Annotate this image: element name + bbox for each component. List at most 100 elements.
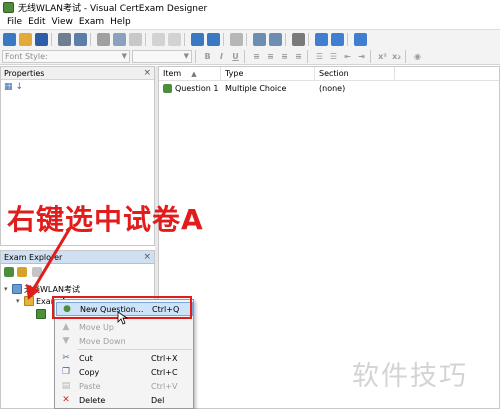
list-header: Item ▲ Type Section — [159, 66, 499, 81]
categorized-icon[interactable]: ▦ — [4, 82, 13, 92]
font-size-combo[interactable]: ▼ — [132, 49, 192, 63]
menu-item-label: Copy — [79, 367, 100, 377]
menu-view[interactable]: View — [49, 17, 76, 27]
exam-file-icon — [12, 284, 22, 294]
tree-icon[interactable] — [253, 32, 266, 46]
arrow-down-icon: ▼ — [62, 336, 70, 346]
cut-icon[interactable] — [97, 32, 110, 46]
column-type[interactable]: Type — [221, 66, 315, 81]
align-right-icon[interactable]: ≡ — [279, 51, 290, 62]
toolbar-divider — [307, 49, 308, 63]
toolbar-divider — [184, 32, 185, 46]
sort-asc-icon: ▲ — [191, 69, 197, 78]
main-toolbar — [0, 29, 500, 48]
paste-icon[interactable] — [129, 32, 142, 46]
save-icon[interactable] — [35, 32, 48, 46]
menu-item-shortcut: Del — [151, 395, 165, 405]
toolbar-divider — [51, 32, 52, 46]
align-center-icon[interactable]: ≡ — [265, 51, 276, 62]
cell-type: Multiple Choice — [225, 83, 287, 93]
close-icon[interactable]: × — [143, 68, 151, 78]
menu-item-label: Paste — [79, 381, 101, 391]
annotation-text: 右键选中试卷A — [7, 203, 204, 236]
toolbar-divider — [347, 32, 348, 46]
menu-edit[interactable]: Edit — [25, 17, 48, 27]
menu-exam[interactable]: Exam — [76, 17, 107, 27]
italic-button[interactable]: I — [216, 51, 227, 62]
underline-button[interactable]: U — [230, 51, 241, 62]
add-exam-icon[interactable] — [4, 266, 14, 277]
copy-icon: ❐ — [61, 367, 71, 377]
font-style-combo[interactable]: Font Style: ▼ — [2, 49, 130, 63]
replace-icon[interactable] — [207, 32, 220, 46]
print-preview-icon[interactable] — [74, 32, 87, 46]
tree-node-exam-root[interactable]: ▾ 无线WLAN考试 — [4, 283, 80, 295]
font-style-placeholder: Font Style: — [5, 51, 48, 61]
toolbar-divider — [223, 32, 224, 46]
indent-icon[interactable]: ⇥ — [356, 51, 367, 62]
menu-item-paste[interactable]: ▤ Paste Ctrl+V — [56, 379, 193, 393]
add-section-icon[interactable] — [17, 266, 27, 277]
insert-image-icon[interactable]: ◉ — [412, 51, 423, 62]
tree-node-question[interactable] — [36, 308, 48, 320]
list-icon[interactable] — [269, 32, 282, 46]
scissors-icon: ✂ — [62, 353, 70, 363]
menu-item-delete[interactable]: ✕ Delete Del — [56, 393, 193, 407]
properties-title: Properties — [4, 68, 45, 78]
bullet-list-icon[interactable]: ☰ — [314, 51, 325, 62]
grid-icon[interactable] — [230, 32, 243, 46]
cell-section: (none) — [319, 83, 346, 93]
collapse-icon[interactable]: ▾ — [4, 285, 12, 293]
highlight-box — [52, 296, 192, 319]
open-folder-icon[interactable] — [19, 32, 32, 46]
close-icon[interactable]: × — [143, 252, 151, 262]
column-item[interactable]: Item ▲ — [159, 66, 221, 81]
delete-icon: ✕ — [62, 395, 70, 405]
exam-folder-icon — [24, 296, 34, 306]
justify-icon[interactable]: ≡ — [293, 51, 304, 62]
column-section-label: Section — [319, 69, 349, 78]
copy-icon[interactable] — [113, 32, 126, 46]
undo-icon[interactable] — [152, 32, 165, 46]
menu-item-copy[interactable]: ❐ Copy Ctrl+C — [56, 365, 193, 379]
info-icon[interactable] — [292, 32, 305, 46]
cell-item-text: Question 1 — [175, 83, 219, 93]
menu-bar: File Edit View Exam Help — [0, 15, 500, 29]
toolbar-divider — [246, 32, 247, 46]
export-icon[interactable] — [331, 32, 344, 46]
question-icon — [36, 309, 46, 319]
outdent-icon[interactable]: ⇤ — [342, 51, 353, 62]
bold-button[interactable]: B — [202, 51, 213, 62]
collapse-icon[interactable]: ▾ — [16, 297, 24, 305]
move-up-icon[interactable] — [32, 266, 42, 277]
title-bar: 无线WLAN考试 - Visual CertExam Designer — [0, 0, 500, 15]
column-type-label: Type — [225, 69, 244, 78]
column-section[interactable]: Section — [315, 66, 395, 81]
align-left-icon[interactable]: ≡ — [251, 51, 262, 62]
superscript-button[interactable]: x² — [377, 51, 388, 62]
menu-item-move-down[interactable]: ▼ Move Down — [56, 334, 193, 348]
menu-item-move-up[interactable]: ▲ Move Up — [56, 320, 193, 334]
app-icon — [3, 2, 14, 13]
toolbar-divider — [244, 49, 245, 63]
import-icon[interactable] — [315, 32, 328, 46]
format-toolbar: Font Style: ▼ ▼ B I U ≡ ≡ ≡ ≡ ☰ ☰ ⇤ ⇥ x²… — [0, 48, 500, 65]
menu-item-cut[interactable]: ✂ Cut Ctrl+X — [56, 351, 193, 365]
find-icon[interactable] — [191, 32, 204, 46]
zoom-icon[interactable] — [354, 32, 367, 46]
new-icon[interactable] — [3, 32, 16, 46]
subscript-button[interactable]: x₂ — [391, 51, 402, 62]
table-row[interactable]: Question 1 Multiple Choice (none) — [159, 81, 499, 95]
menu-item-shortcut: Ctrl+C — [151, 367, 178, 377]
menu-file[interactable]: File — [4, 17, 25, 27]
explorer-toolbar — [1, 264, 154, 279]
numbered-list-icon[interactable]: ☰ — [328, 51, 339, 62]
window-title: 无线WLAN考试 - Visual CertExam Designer — [18, 4, 208, 14]
cell-item: Question 1 — [159, 83, 221, 93]
redo-icon[interactable] — [168, 32, 181, 46]
menu-help[interactable]: Help — [107, 17, 134, 27]
print-icon[interactable] — [58, 32, 71, 46]
sort-alpha-icon[interactable]: ↓ — [16, 82, 24, 92]
chevron-down-icon: ▼ — [183, 52, 189, 60]
menu-item-shortcut: Ctrl+V — [151, 381, 178, 391]
